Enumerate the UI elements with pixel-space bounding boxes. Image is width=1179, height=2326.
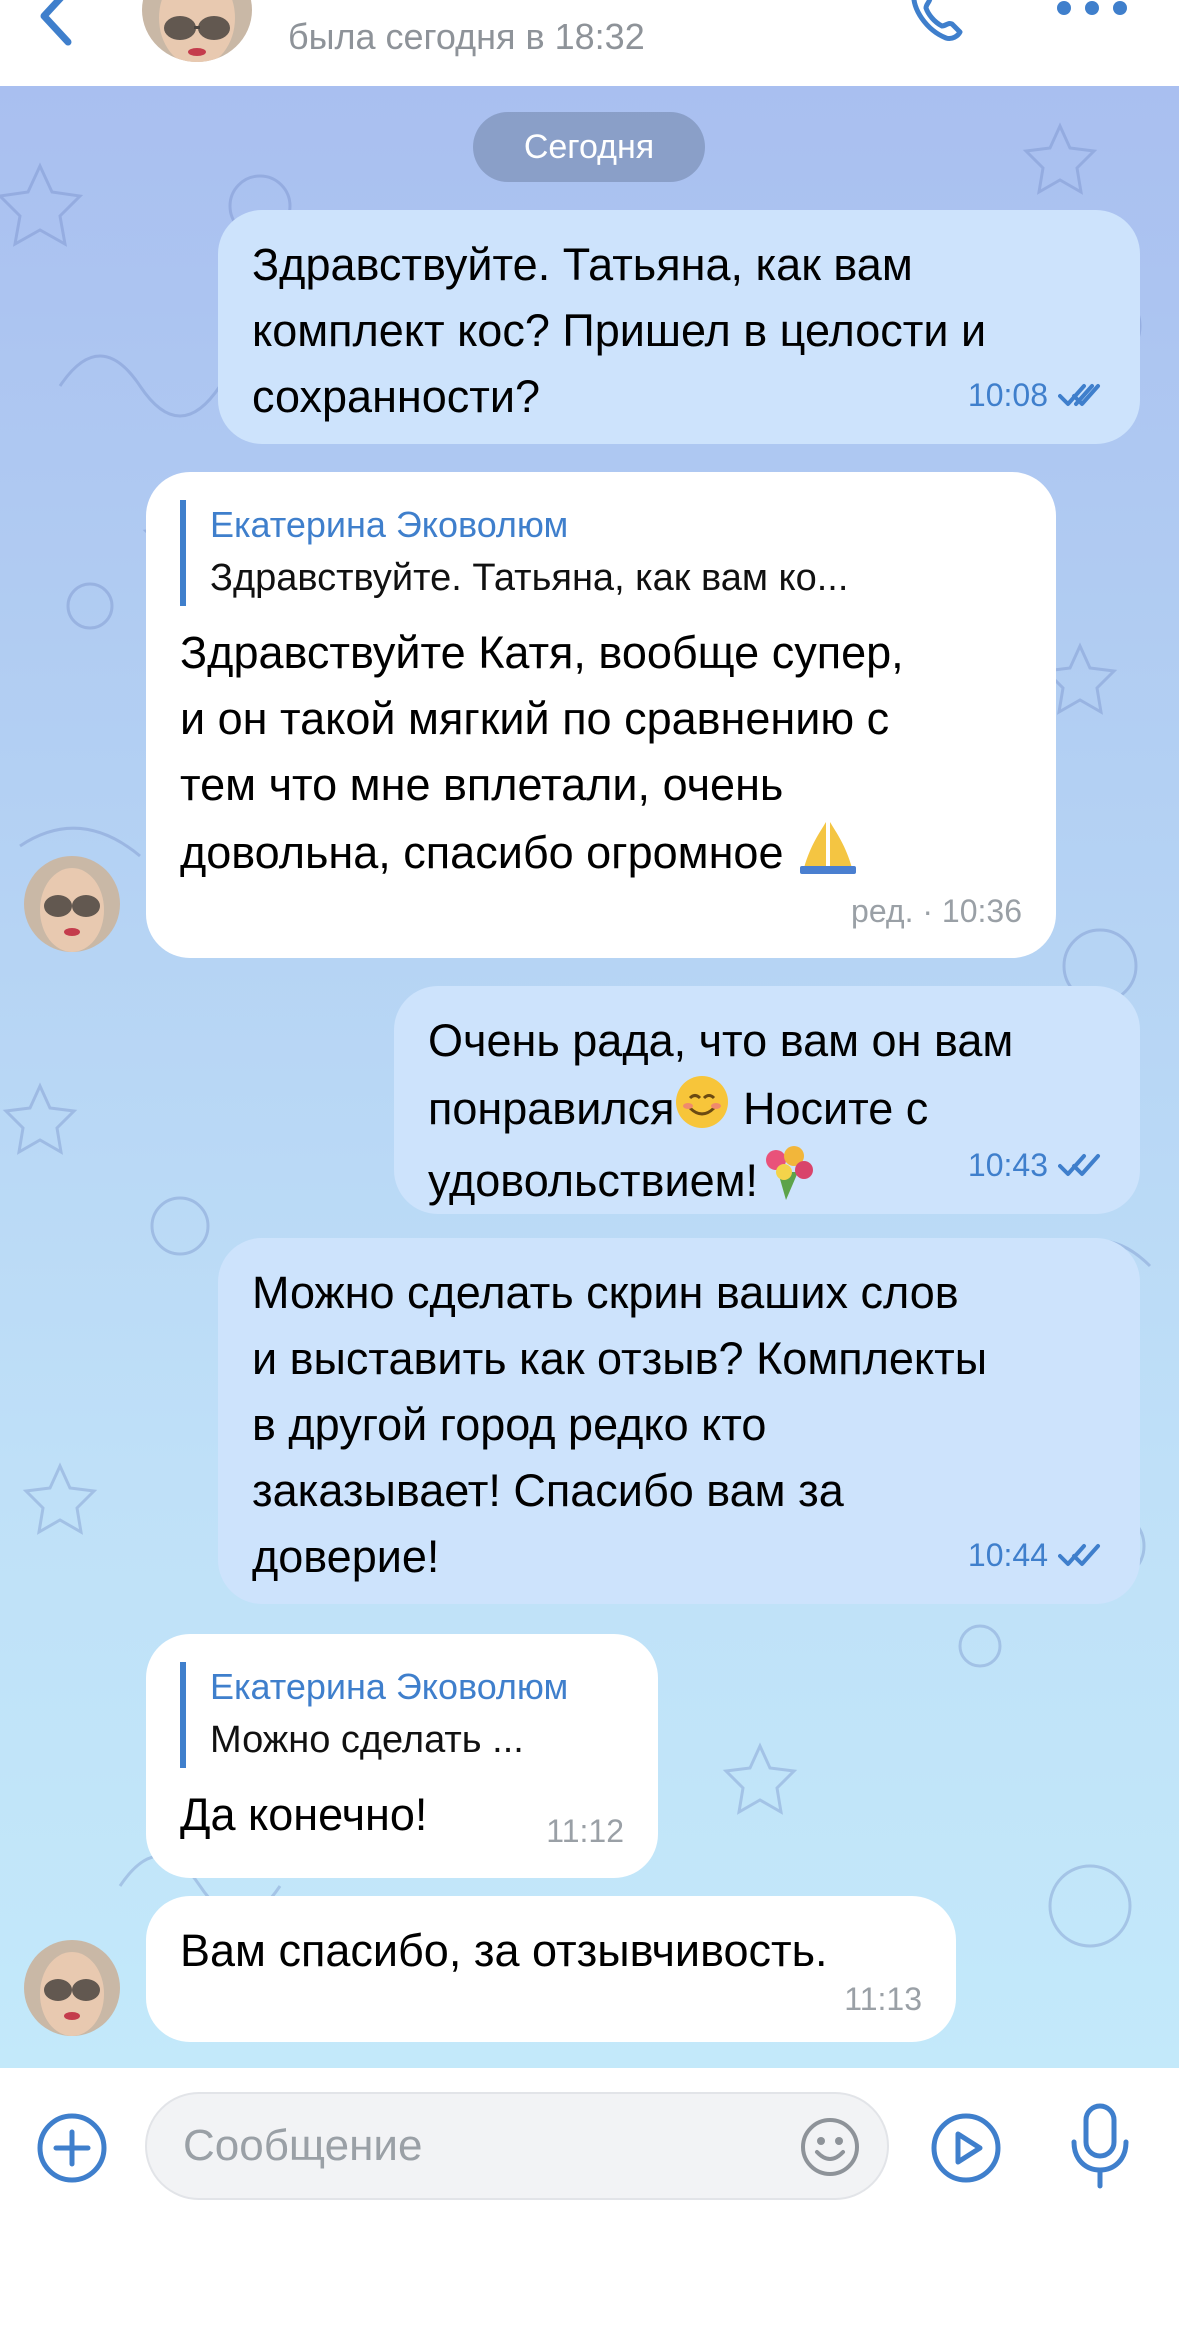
message-time: 10:44 bbox=[967, 1537, 1048, 1573]
back-button[interactable] bbox=[28, 0, 88, 46]
message-composer bbox=[0, 2068, 1179, 2326]
bouquet-emoji bbox=[766, 1146, 814, 1200]
avatar-photo bbox=[24, 856, 120, 952]
reply-quote[interactable]: Екатерина Эковолюм Здравствуйте. Татьяна… bbox=[180, 500, 1022, 606]
message-text: Вам спасибо, за отзывчивость. bbox=[180, 1925, 828, 1976]
reply-author: Екатерина Эковолюм bbox=[210, 504, 569, 545]
message-meta: 10:08 bbox=[968, 362, 1106, 428]
message-input-wrapper bbox=[145, 2092, 889, 2200]
edited-time-label: ред. · 10:36 bbox=[851, 893, 1022, 929]
plus-circle-icon bbox=[37, 2113, 107, 2183]
message-time: 10:08 bbox=[967, 377, 1048, 413]
message-meta: 10:43 bbox=[968, 1132, 1106, 1198]
video-message-button[interactable] bbox=[930, 2112, 1002, 2184]
chevron-left-icon bbox=[40, 0, 72, 46]
message-time: 10:43 bbox=[967, 1147, 1048, 1183]
sender-avatar[interactable] bbox=[24, 856, 120, 952]
attach-button[interactable] bbox=[36, 2112, 108, 2184]
message-meta: 11:12 bbox=[546, 1798, 624, 1864]
avatar-photo bbox=[142, 0, 252, 62]
voice-message-button[interactable] bbox=[1068, 2102, 1132, 2192]
date-separator: Сегодня bbox=[473, 112, 705, 182]
reply-quote[interactable]: Екатерина Эковолюм Можно сделать ... bbox=[180, 1662, 624, 1768]
message-time: 11:13 bbox=[844, 1981, 922, 2017]
smiley-icon bbox=[801, 2118, 859, 2176]
video-message-icon bbox=[931, 2113, 1001, 2183]
read-ticks-icon bbox=[1058, 1544, 1100, 1566]
call-button[interactable] bbox=[900, 0, 972, 48]
message-meta: 11:13 bbox=[844, 1966, 922, 2032]
message-bubble-outgoing[interactable]: Здравствуйте. Татьяна, как вам комплект … bbox=[218, 210, 1140, 444]
contact-avatar[interactable] bbox=[142, 0, 252, 62]
message-bubble-incoming[interactable]: Екатерина Эковолюм Можно сделать ... Да … bbox=[146, 1634, 658, 1878]
read-ticks-icon bbox=[1058, 1154, 1100, 1176]
message-bubble-incoming[interactable]: Екатерина Эковолюм Здравствуйте. Татьяна… bbox=[146, 472, 1056, 958]
chat-area[interactable]: Сегодня Здравствуйте. Татьяна, как вам к… bbox=[0, 86, 1179, 2068]
message-bubble-outgoing[interactable]: Можно сделать скрин ваших слов и выстави… bbox=[218, 1238, 1140, 1604]
last-seen-status: была сегодня в 18:32 bbox=[288, 16, 645, 57]
message-input[interactable] bbox=[183, 2094, 803, 2198]
avatar-photo bbox=[24, 1940, 120, 2036]
read-ticks-icon bbox=[1058, 384, 1100, 406]
folded-hands-emoji bbox=[800, 822, 856, 874]
reply-author: Екатерина Эковолюм bbox=[210, 1666, 569, 1707]
message-meta: ред. · 10:36 bbox=[851, 878, 1022, 944]
reply-snippet: Можно сделать ... bbox=[210, 1719, 524, 1761]
emoji-button[interactable] bbox=[799, 2116, 861, 2178]
more-button[interactable] bbox=[1052, 0, 1132, 34]
message-meta: 10:44 bbox=[968, 1522, 1106, 1588]
more-dots-icon bbox=[1057, 1, 1127, 15]
phone-icon bbox=[911, 0, 963, 41]
message-text-wrap: Очень рада, что вам он вам понравился Но… bbox=[428, 1015, 1013, 1206]
chat-header: была сегодня в 18:32 bbox=[0, 0, 1179, 86]
chat-screen: была сегодня в 18:32 Сегодня Здравствуйт… bbox=[0, 0, 1179, 2326]
sender-avatar[interactable] bbox=[24, 1940, 120, 2036]
smiling-face-emoji bbox=[676, 1076, 729, 1128]
message-time: 11:12 bbox=[546, 1813, 624, 1849]
reply-snippet: Здравствуйте. Татьяна, как вам ко... bbox=[210, 557, 849, 599]
microphone-icon bbox=[1071, 2103, 1129, 2189]
message-bubble-incoming[interactable]: Вам спасибо, за отзывчивость. 11:13 bbox=[146, 1896, 956, 2042]
message-bubble-outgoing[interactable]: Очень рада, что вам он вам понравился Но… bbox=[394, 986, 1140, 1214]
